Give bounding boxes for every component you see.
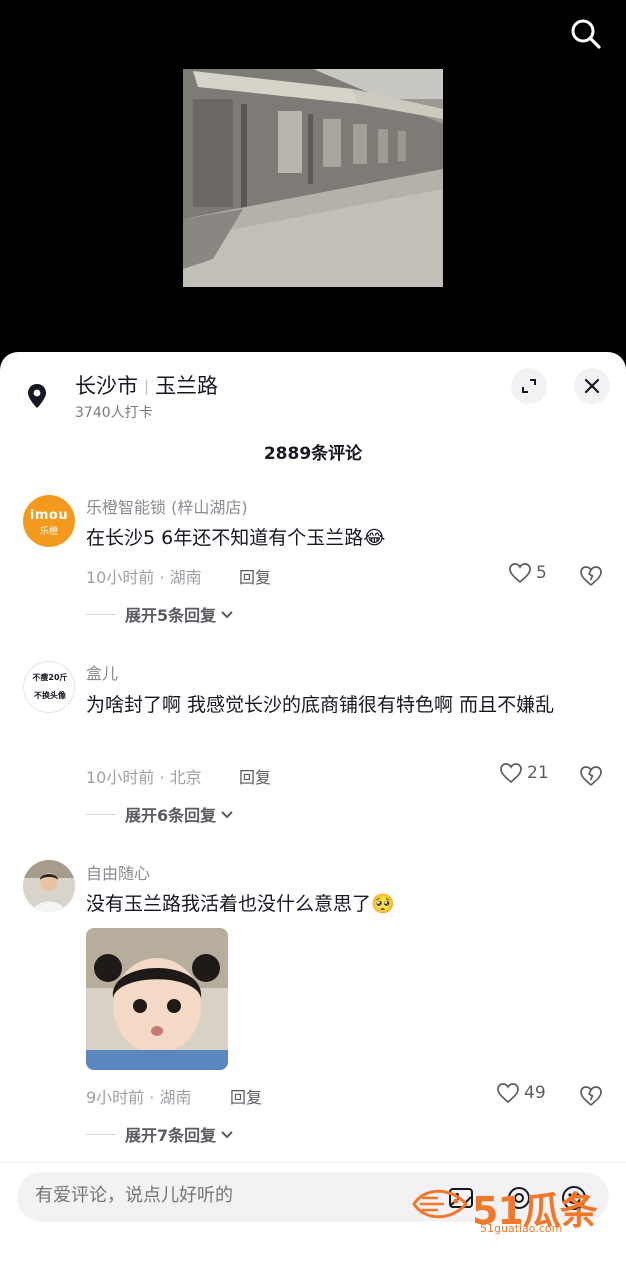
broken-heart-icon[interactable] [578, 1083, 604, 1109]
location-title[interactable]: 长沙市 | 玉兰路 [75, 370, 218, 400]
checkin-count: 3740人打卡 [75, 405, 153, 421]
comment-sheet: 长沙市 | 玉兰路 3740人打卡 2889条评论 imou 乐橙 乐橙智能锁 (梓… [0, 352, 626, 1280]
expand-replies-button[interactable]: 展开6条回复 [86, 802, 235, 826]
avatar-text-top: 不瘦20斤 [32, 673, 68, 682]
like-count: 5 [536, 563, 547, 583]
expand-replies-label: 展开6条回复 [125, 806, 217, 825]
broken-heart-icon[interactable] [578, 563, 604, 589]
comment-text[interactable]: 为啥封了啊 我感觉长沙的底商铺很有特色啊 而且不嫌乱 [86, 689, 596, 722]
comment-input[interactable] [35, 1185, 415, 1206]
avatar-text-bottom: 不换头像 [34, 691, 66, 700]
like-count: 49 [524, 1083, 546, 1103]
comment-time-location: 10小时前 · 北京 [86, 768, 202, 787]
input-divider [0, 1162, 626, 1163]
reply-button[interactable]: 回复 [230, 1084, 262, 1108]
expand-replies-label: 展开7条回复 [125, 1126, 217, 1145]
comment-time-location: 9小时前 · 湖南 [86, 1088, 192, 1107]
comment-text[interactable]: 在长沙5 6年还不知道有个玉兰路😂 [86, 522, 596, 555]
chevron-down-icon [221, 611, 233, 619]
watermark: 51瓜条 51guatiao.com [410, 1180, 610, 1240]
avatar[interactable]: 不瘦20斤 不换头像 [23, 661, 75, 713]
comment-time-location: 10小时前 · 湖南 [86, 568, 202, 587]
expand-button[interactable] [511, 368, 547, 404]
chevron-down-icon [221, 811, 233, 819]
heart-icon [500, 763, 522, 784]
heart-icon [497, 1083, 519, 1104]
reply-button[interactable]: 回复 [239, 764, 271, 788]
broken-heart-icon[interactable] [578, 763, 604, 789]
avatar-brand-text: imou [29, 508, 69, 523]
heart-icon [509, 563, 531, 584]
title-separator: | [144, 377, 150, 395]
comments-count: 2889条评论 [263, 444, 363, 464]
sticker-image[interactable] [86, 928, 228, 1070]
expand-replies-button[interactable]: 展开5条回复 [86, 602, 235, 626]
chevron-down-icon [221, 1131, 233, 1139]
comment-username[interactable]: 盒儿 [86, 660, 118, 684]
like-button[interactable]: 49 [496, 1082, 546, 1104]
like-button[interactable]: 5 [508, 562, 547, 584]
location-city[interactable]: 长沙市 [75, 374, 138, 398]
divider-line [86, 813, 116, 815]
like-button[interactable]: 21 [499, 762, 549, 784]
laugh-cry-emoji-icon: 😂 [363, 527, 386, 549]
avatar[interactable]: imou 乐橙 [23, 495, 75, 547]
location-road[interactable]: 玉兰路 [155, 374, 218, 398]
expand-replies-label: 展开5条回复 [125, 606, 217, 625]
comment-username[interactable]: 乐橙智能锁 (梓山湖店) [86, 494, 248, 518]
comment-text[interactable]: 没有玉兰路我活着也没什么意思了🥺 [86, 888, 596, 921]
watermark-url: 51guatiao.com [480, 1222, 563, 1235]
reply-button[interactable]: 回复 [239, 564, 271, 588]
avatar[interactable] [23, 860, 75, 912]
video-area[interactable] [0, 0, 626, 360]
comment-username[interactable]: 自由随心 [86, 860, 150, 884]
close-button[interactable] [574, 368, 610, 404]
comment-text-content: 在长沙5 6年还不知道有个玉兰路 [86, 527, 364, 549]
divider-line [86, 613, 116, 615]
like-count: 21 [527, 763, 549, 783]
divider-line [86, 1133, 116, 1135]
search-icon[interactable] [566, 14, 606, 54]
close-icon [584, 378, 600, 394]
expand-icon [522, 379, 536, 393]
street-photo[interactable] [183, 69, 443, 287]
avatar-brand-subtext: 乐橙 [39, 527, 58, 537]
comment-text-content: 没有玉兰路我活着也没什么意思了 [86, 893, 372, 915]
location-pin-icon [28, 384, 46, 408]
pleading-face-emoji-icon: 🥺 [371, 893, 395, 915]
fish-logo-icon [412, 1189, 469, 1219]
expand-replies-button[interactable]: 展开7条回复 [86, 1122, 235, 1146]
